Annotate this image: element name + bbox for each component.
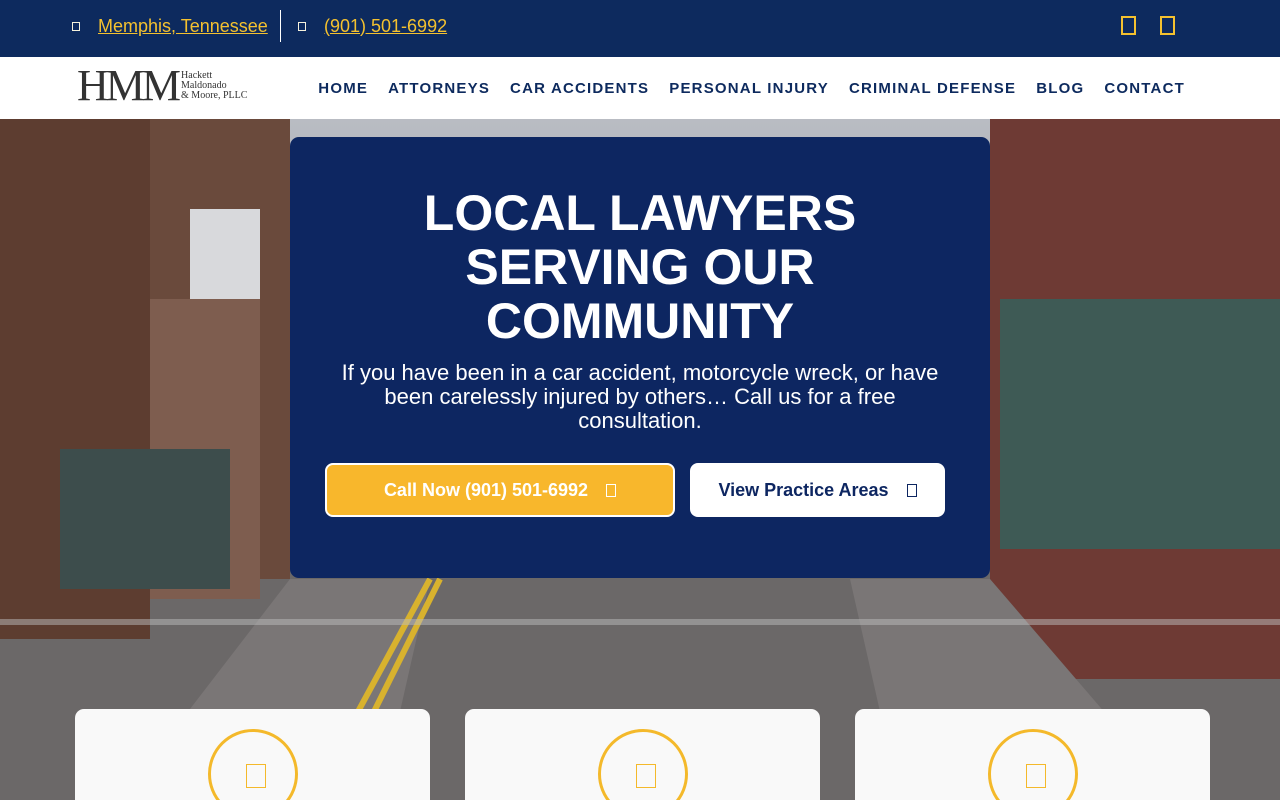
phone-icon [606,483,617,497]
logo-text: Hackett Maldonado & Moore, PLLC [181,71,247,101]
logo-line-3: & Moore, PLLC [181,90,248,101]
feature-icon-circle [988,729,1078,800]
facebook-icon[interactable] [1121,16,1136,35]
nav-contact[interactable]: CONTACT [1104,80,1185,97]
nav-attorneys[interactable]: ATTORNEYS [388,80,490,97]
linkedin-icon[interactable] [1160,16,1175,35]
main-nav: HOME ATTORNEYS CAR ACCIDENTS PERSONAL IN… [318,57,1185,119]
feature-icon [1026,764,1046,788]
location-item[interactable]: Memphis, Tennessee [72,0,268,52]
feature-icon-circle [598,729,688,800]
hero-subtext: If you have been in a car accident, moto… [341,360,939,433]
logo[interactable]: HMM Hackett Maldonado & Moore, PLLC [77,61,247,110]
logo-mark: HMM [77,61,181,110]
nav-car-accidents[interactable]: CAR ACCIDENTS [510,80,649,97]
call-now-button[interactable]: Call Now (901) 501-6992 [325,463,675,517]
arrow-right-icon [906,483,917,497]
phone-icon [298,21,306,31]
feature-card [855,709,1210,800]
nav-personal-injury[interactable]: PERSONAL INJURY [669,80,829,97]
phone-link[interactable]: (901) 501-6992 [324,16,447,37]
feature-card [465,709,820,800]
feature-card [75,709,430,800]
phone-item[interactable]: (901) 501-6992 [298,0,447,52]
nav-criminal-defense[interactable]: CRIMINAL DEFENSE [849,80,1016,97]
feature-icon [246,764,266,788]
feature-icon [636,764,656,788]
map-marker-icon [72,21,80,31]
nav-blog[interactable]: BLOG [1036,80,1084,97]
location-link[interactable]: Memphis, Tennessee [98,16,268,37]
nav-home[interactable]: HOME [318,80,368,97]
topbar-divider [280,10,281,42]
hero-headline: LOCAL LAWYERS SERVING OUR COMMUNITY [423,185,857,349]
view-practice-areas-button[interactable]: View Practice Areas [690,463,945,517]
call-now-label: Call Now (901) 501-6992 [383,479,589,500]
feature-icon-circle [208,729,298,800]
view-practice-areas-label: View Practice Areas [718,479,889,500]
